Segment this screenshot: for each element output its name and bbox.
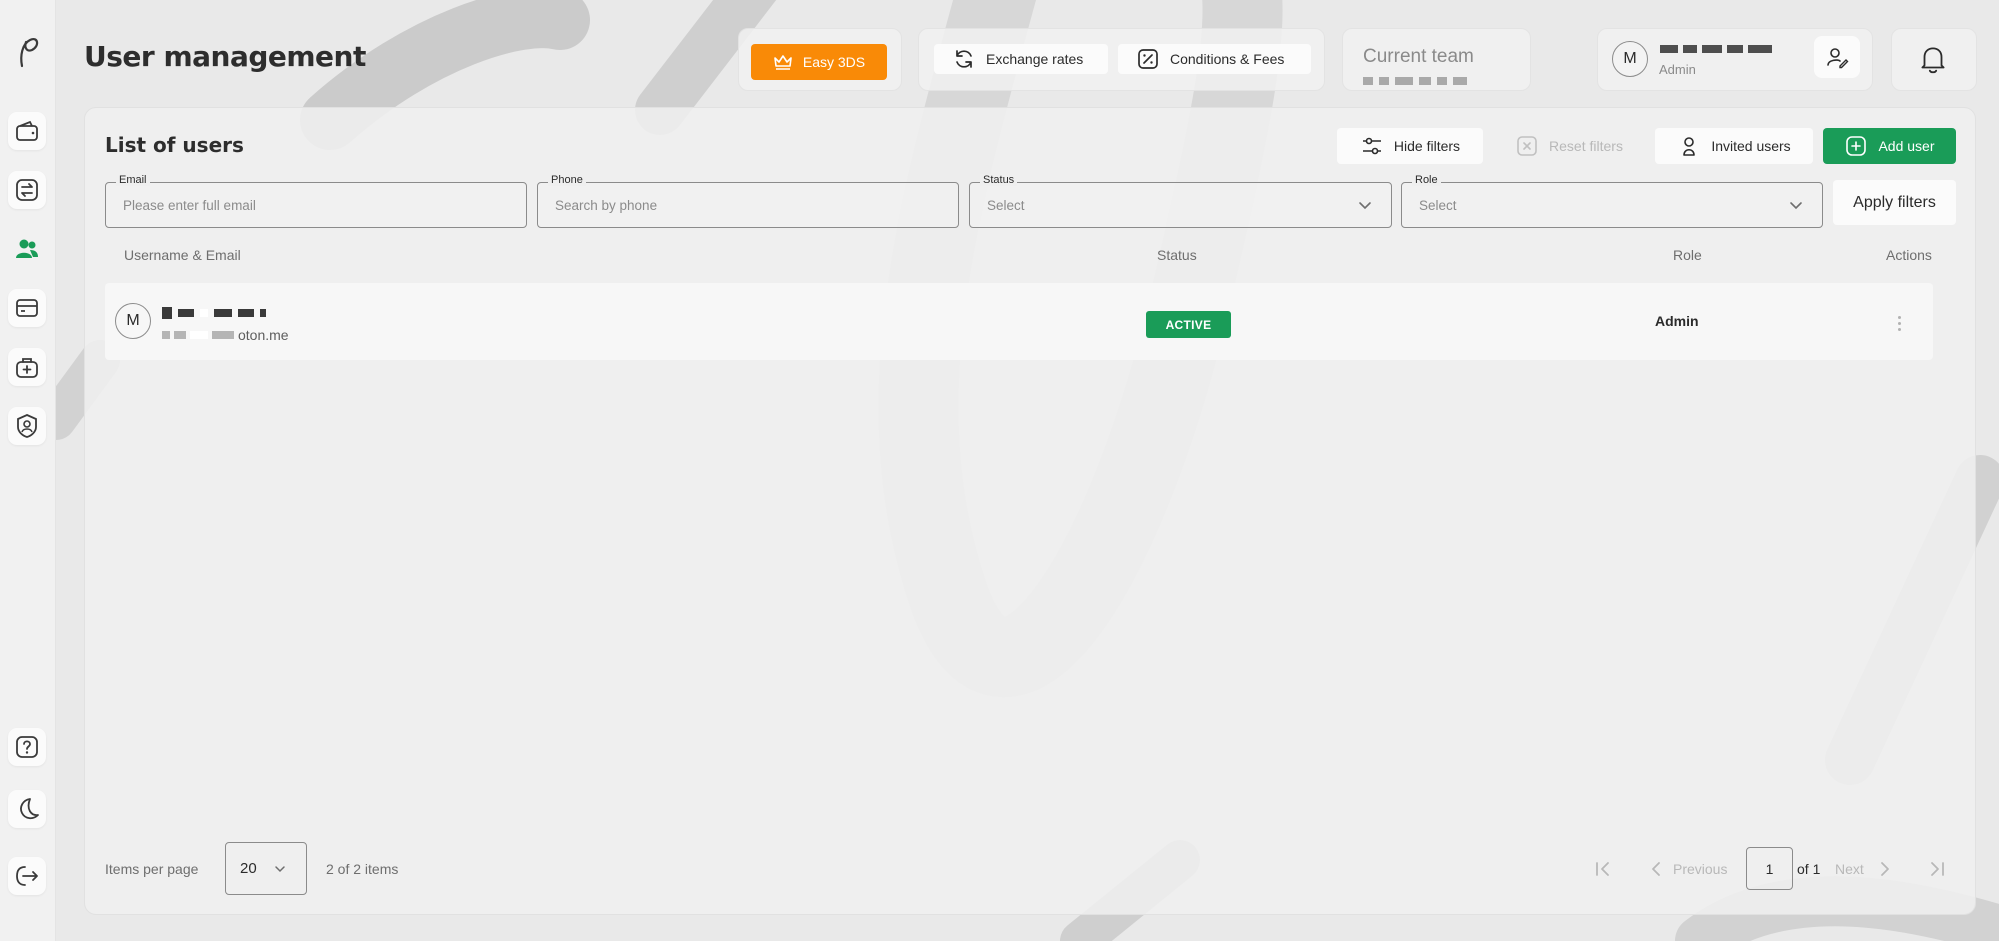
conditions-fees-label: Conditions & Fees bbox=[1170, 51, 1285, 67]
exchange-rates-button[interactable]: Exchange rates bbox=[934, 44, 1108, 74]
bell-icon bbox=[1921, 47, 1945, 74]
list-title: List of users bbox=[105, 133, 244, 157]
sidebar-item-services[interactable] bbox=[8, 348, 46, 386]
role-filter-label: Role bbox=[1412, 174, 1441, 186]
users-icon bbox=[16, 239, 38, 258]
status-badge: ACTIVE bbox=[1146, 311, 1231, 338]
chevron-down-icon bbox=[1790, 202, 1802, 210]
users-panel bbox=[84, 107, 1976, 915]
first-page-icon[interactable] bbox=[1592, 858, 1614, 880]
logo-icon[interactable] bbox=[12, 34, 42, 70]
chevron-down-icon bbox=[274, 865, 285, 872]
row-email-suffix: oton.me bbox=[238, 327, 289, 343]
refresh-icon bbox=[956, 50, 972, 68]
column-header-status: Status bbox=[1157, 247, 1197, 263]
user-outline-icon bbox=[1683, 137, 1696, 156]
items-per-page-value: 20 bbox=[240, 860, 257, 877]
crown-icon bbox=[774, 55, 792, 70]
sidebar-item-users[interactable] bbox=[8, 230, 46, 268]
page-total: of 1 bbox=[1797, 861, 1821, 877]
header-user-name-redacted bbox=[1660, 45, 1772, 53]
row-avatar: M bbox=[115, 303, 151, 339]
hide-filters-label: Hide filters bbox=[1393, 138, 1461, 154]
sidebar-item-profile[interactable] bbox=[8, 407, 46, 445]
email-filter-label: Email bbox=[116, 174, 150, 186]
current-team-title: Current team bbox=[1363, 46, 1474, 67]
status-filter-value: Select bbox=[987, 198, 1025, 213]
status-filter-select[interactable]: Status Select bbox=[969, 174, 1392, 228]
phone-filter-placeholder: Search by phone bbox=[555, 198, 658, 213]
medical-bag-icon bbox=[16, 358, 38, 378]
exchange-rates-label: Exchange rates bbox=[986, 51, 1084, 67]
sidebar-item-help[interactable] bbox=[8, 728, 46, 766]
sliders-icon bbox=[1362, 137, 1381, 155]
items-count: 2 of 2 items bbox=[326, 861, 399, 877]
chevron-down-icon bbox=[1359, 202, 1371, 210]
user-edit-icon bbox=[1827, 48, 1849, 69]
page-title: User management bbox=[84, 40, 366, 73]
apply-filters-button[interactable]: Apply filters bbox=[1833, 180, 1956, 225]
edit-profile-button[interactable] bbox=[1814, 36, 1860, 78]
easy-3ds-label: Easy 3DS bbox=[802, 54, 866, 70]
current-team-name-redacted bbox=[1363, 77, 1467, 85]
add-user-label: Add user bbox=[1878, 138, 1935, 154]
help-icon bbox=[16, 736, 38, 758]
row-avatar-initial: M bbox=[115, 303, 151, 339]
last-page-icon[interactable] bbox=[1926, 858, 1948, 880]
percent-icon bbox=[1138, 49, 1158, 69]
card-icon bbox=[16, 299, 38, 317]
row-email: oton.me bbox=[162, 327, 289, 343]
user-shield-icon bbox=[17, 414, 37, 438]
header-user-role: Admin bbox=[1659, 62, 1696, 77]
previous-page-button[interactable]: Previous bbox=[1673, 861, 1727, 877]
transfer-icon bbox=[16, 179, 38, 201]
page-number-input[interactable]: 1 bbox=[1746, 847, 1793, 890]
wallet-icon bbox=[16, 120, 38, 141]
sidebar bbox=[0, 0, 56, 941]
logout-icon bbox=[16, 866, 38, 886]
avatar-initial: M bbox=[1612, 41, 1648, 77]
invited-users-button[interactable]: Invited users bbox=[1655, 128, 1813, 164]
email-filter-placeholder: Please enter full email bbox=[123, 198, 256, 213]
chevron-right-icon bbox=[1881, 862, 1889, 876]
plus-box-icon bbox=[1846, 136, 1867, 156]
next-page-button[interactable]: Next bbox=[1835, 861, 1864, 877]
close-box-icon bbox=[1517, 136, 1537, 156]
chevron-left-icon bbox=[1652, 862, 1660, 876]
hide-filters-button[interactable]: Hide filters bbox=[1337, 128, 1483, 164]
conditions-fees-button[interactable]: Conditions & Fees bbox=[1118, 44, 1311, 74]
easy-3ds-button[interactable]: Easy 3DS bbox=[751, 44, 887, 80]
row-username-redacted bbox=[162, 307, 266, 319]
reset-filters-label: Reset filters bbox=[1549, 138, 1623, 154]
moon-icon bbox=[20, 798, 39, 820]
theme-toggle[interactable] bbox=[8, 790, 46, 828]
sidebar-item-cards[interactable] bbox=[8, 289, 46, 327]
sidebar-item-transfers[interactable] bbox=[8, 171, 46, 209]
role-filter-select[interactable]: Role Select bbox=[1401, 174, 1823, 228]
email-filter-field[interactable]: Email Please enter full email bbox=[105, 174, 527, 228]
add-user-button[interactable]: Add user bbox=[1823, 128, 1956, 164]
status-filter-label: Status bbox=[980, 174, 1018, 186]
row-role: Admin bbox=[1655, 313, 1699, 329]
sidebar-item-wallet[interactable] bbox=[8, 112, 46, 150]
items-per-page-label: Items per page bbox=[105, 861, 199, 877]
column-header-role: Role bbox=[1673, 247, 1702, 263]
column-header-actions: Actions bbox=[1886, 247, 1932, 263]
phone-filter-label: Phone bbox=[548, 174, 586, 186]
notifications-button[interactable] bbox=[1911, 37, 1955, 81]
phone-filter-field[interactable]: Phone Search by phone bbox=[537, 174, 959, 228]
header-avatar[interactable]: M bbox=[1612, 41, 1648, 77]
items-per-page-select[interactable]: 20 bbox=[225, 842, 307, 895]
invited-users-label: Invited users bbox=[1711, 138, 1791, 154]
column-header-username-email: Username & Email bbox=[124, 247, 241, 263]
logout-button[interactable] bbox=[8, 857, 46, 895]
reset-filters-button[interactable]: Reset filters bbox=[1499, 128, 1639, 164]
row-actions-menu-icon[interactable] bbox=[1893, 311, 1905, 335]
role-filter-value: Select bbox=[1419, 198, 1457, 213]
